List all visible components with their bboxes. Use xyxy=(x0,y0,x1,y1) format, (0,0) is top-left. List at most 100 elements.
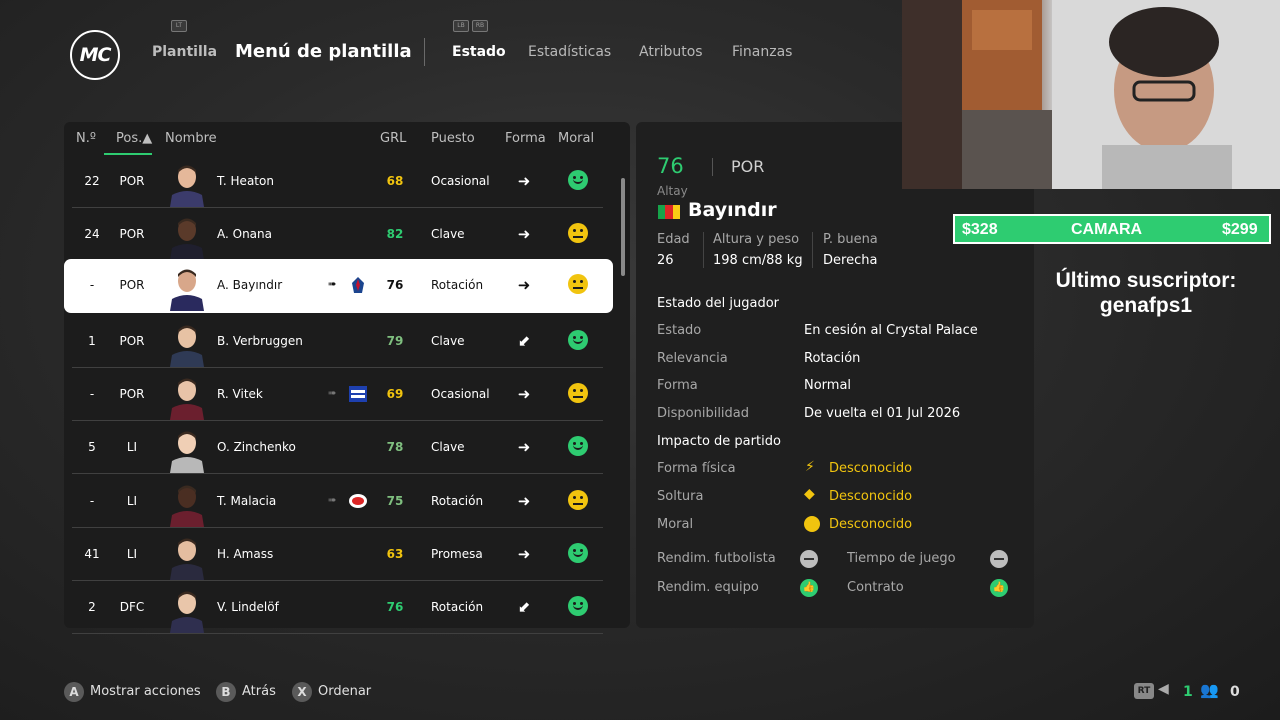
player-avatar xyxy=(170,374,204,420)
tab-estadisticas[interactable]: Estadísticas xyxy=(528,44,611,60)
form-arrow-icon: ➜ xyxy=(517,172,531,190)
sharpness-label: Soltura xyxy=(657,489,704,504)
form-arrow-icon: ➜ xyxy=(517,385,531,403)
table-row[interactable]: 22 POR T. Heaton 68 Ocasional ➜ xyxy=(72,155,603,207)
row-number: 2 xyxy=(88,600,96,614)
show-actions-label[interactable]: Mostrar acciones xyxy=(90,684,201,699)
cameroon-flag-icon xyxy=(658,205,680,219)
row-position: POR xyxy=(119,278,145,292)
camera-label: CAMARA xyxy=(1071,221,1143,238)
form-arrow-icon: ➜ xyxy=(517,545,531,563)
col-header-position[interactable]: Pos.▲ xyxy=(116,131,152,146)
table-row[interactable]: - POR A. Bayındır ➠ 76 Rotación ➜ xyxy=(64,259,613,313)
table-row[interactable]: - POR R. Vitek ➠ 69 Ocasional ➜ xyxy=(72,368,603,420)
player-avatar xyxy=(170,427,204,473)
loan-arrow-icon: ➠ xyxy=(328,495,337,506)
height-weight-value: 198 cm/88 kg xyxy=(713,253,803,268)
availability-value: De vuelta el 01 Jul 2026 xyxy=(804,406,961,421)
row-squad-role: Ocasional xyxy=(431,387,490,401)
camera-goal-right: $299 xyxy=(1222,221,1258,238)
row-squad-role: Rotación xyxy=(431,600,484,614)
nav-plantilla[interactable]: Plantilla xyxy=(152,44,217,60)
smiley-icon xyxy=(804,516,820,532)
morale-happy-icon xyxy=(568,330,588,350)
row-position: POR xyxy=(119,387,145,401)
form-arrow-icon: ➜ xyxy=(517,276,531,294)
club-badge-icon xyxy=(348,384,368,404)
table-row[interactable]: 2 DFC V. Lindelöf 76 Rotación ⬋ xyxy=(72,581,603,633)
back-label[interactable]: Atrás xyxy=(242,684,276,699)
row-player-name: V. Lindelöf xyxy=(217,600,279,614)
col-header-grl[interactable]: GRL xyxy=(380,131,406,146)
rb-button-hint: RB xyxy=(472,20,488,32)
col-header-moral[interactable]: Moral xyxy=(558,131,594,146)
preferred-foot-label: P. buena xyxy=(823,232,878,247)
table-row[interactable]: - LI T. Malacia ➠ 75 Rotación ➜ xyxy=(72,475,603,527)
player-first-name: Altay xyxy=(657,184,688,198)
thumbs-up-icon: 👍 xyxy=(990,579,1008,597)
row-divider xyxy=(72,473,603,474)
people-count: 0 xyxy=(1230,684,1240,700)
availability-label: Disponibilidad xyxy=(657,406,750,421)
preferred-foot-value: Derecha xyxy=(823,253,878,268)
col-header-number[interactable]: N.º xyxy=(76,131,96,146)
loan-arrow-icon: ➠ xyxy=(328,279,337,290)
morale-neutral-icon xyxy=(568,490,588,510)
age-value: 26 xyxy=(657,253,674,268)
player-avatar xyxy=(170,587,204,633)
morale-neutral-icon xyxy=(568,383,588,403)
diamond-icon: ◆ xyxy=(804,486,815,502)
morale-neutral-icon xyxy=(568,274,588,294)
tab-estado[interactable]: Estado xyxy=(452,44,506,60)
row-number: - xyxy=(89,278,95,292)
row-position: POR xyxy=(119,227,145,241)
minus-circle-icon xyxy=(990,550,1008,568)
sort-label[interactable]: Ordenar xyxy=(318,684,371,699)
col-header-puesto[interactable]: Puesto xyxy=(431,131,475,146)
row-number: - xyxy=(89,387,95,401)
b-button-icon: B xyxy=(216,682,236,702)
webcam-image xyxy=(902,0,1280,189)
tab-finanzas[interactable]: Finanzas xyxy=(732,44,792,60)
online-count: 1 xyxy=(1183,684,1193,700)
status-value: En cesión al Crystal Palace xyxy=(804,323,978,338)
table-row[interactable]: 5 LI O. Zinchenko 78 Clave ➜ xyxy=(72,421,603,473)
row-number: - xyxy=(89,494,95,508)
table-scrollbar[interactable] xyxy=(621,178,625,276)
player-avatar xyxy=(170,481,204,527)
lightning-icon: ⚡ xyxy=(805,459,815,475)
row-position: POR xyxy=(119,334,145,348)
row-player-name: R. Vitek xyxy=(217,387,263,401)
player-position: POR xyxy=(731,157,765,176)
form-arrow-icon: ⬋ xyxy=(517,332,531,350)
row-position: LI xyxy=(126,440,138,454)
col-header-name[interactable]: Nombre xyxy=(165,131,217,146)
row-squad-role: Clave xyxy=(431,334,465,348)
contract-label: Contrato xyxy=(847,580,904,595)
row-position: DFC xyxy=(119,600,145,614)
tab-atributos[interactable]: Atributos xyxy=(639,44,703,60)
loan-arrow-icon: ➠ xyxy=(328,388,337,399)
info-divider xyxy=(812,232,813,268)
status-label: Estado xyxy=(657,323,702,338)
row-divider xyxy=(72,633,603,634)
player-avatar xyxy=(170,534,204,580)
row-overall: 78 xyxy=(386,440,404,454)
morale-neutral-icon xyxy=(568,223,588,243)
row-overall: 79 xyxy=(386,334,404,348)
row-player-name: B. Verbruggen xyxy=(217,334,303,348)
latest-subscriber: Último suscriptor: genafps1 xyxy=(1055,269,1237,317)
table-row[interactable]: 24 POR A. Onana 82 Clave ➜ xyxy=(72,208,603,260)
player-rating: 76 xyxy=(657,154,684,178)
lb-button-hint: LB xyxy=(453,20,469,32)
row-squad-role: Clave xyxy=(431,227,465,241)
a-button-icon: A xyxy=(64,682,84,702)
row-overall: 75 xyxy=(386,494,404,508)
row-squad-role: Promesa xyxy=(431,547,483,561)
form-arrow-icon: ➜ xyxy=(517,225,531,243)
table-row[interactable]: 1 POR B. Verbruggen 79 Clave ⬋ xyxy=(72,315,603,367)
col-header-forma[interactable]: Forma xyxy=(505,131,546,146)
row-player-name: H. Amass xyxy=(217,547,274,561)
row-number: 24 xyxy=(84,227,100,241)
table-row[interactable]: 41 LI H. Amass 63 Promesa ➜ xyxy=(72,528,603,580)
